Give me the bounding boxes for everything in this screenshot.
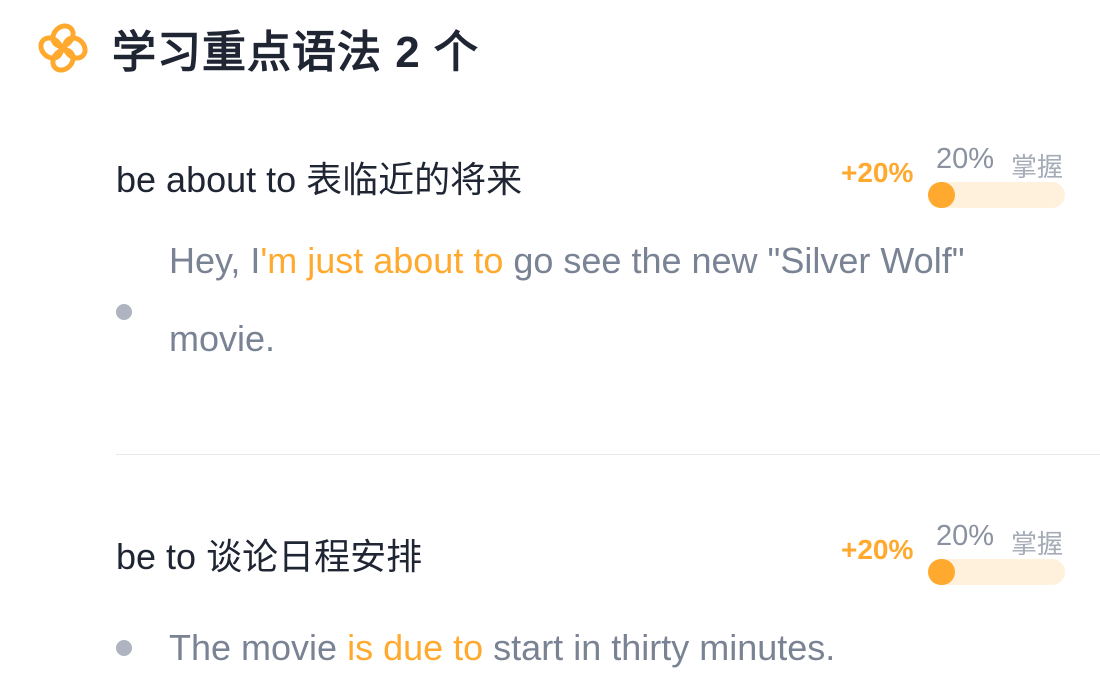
mastery-progress-fill xyxy=(928,559,955,585)
example-text-after: start in thirty minutes. xyxy=(483,627,836,668)
mastery-percent: 20% xyxy=(936,143,995,175)
bullet-dot xyxy=(116,304,132,320)
grammar-page: 学习重点语法 2 个 be about to 表临近的将来 +20% 20% 掌… xyxy=(0,0,1100,681)
divider xyxy=(116,454,1100,455)
example-text-before: The movie xyxy=(169,627,348,668)
example-text: The movie is due to start in thirty minu… xyxy=(169,609,1049,681)
example-text-before: Hey, I xyxy=(169,240,261,281)
section-header: 学习重点语法 2 个 xyxy=(36,18,479,78)
mastery-percent: 20% xyxy=(936,520,995,552)
bonus-badge: +20% xyxy=(841,534,914,565)
mastery-label: 掌握 xyxy=(1011,529,1064,559)
example-highlight: is due to xyxy=(347,627,484,668)
bonus-badge: +20% xyxy=(841,157,914,188)
mastery-progress-bar xyxy=(928,182,1065,208)
mastery-label: 掌握 xyxy=(1011,152,1064,182)
grammar-title: be about to 表临近的将来 xyxy=(116,159,523,200)
flower-icon xyxy=(36,21,90,75)
section-title: 学习重点语法 2 个 xyxy=(112,28,479,77)
bullet-dot xyxy=(116,640,132,656)
mastery-progress-fill xyxy=(928,182,955,208)
example-text: Hey, I'm just about to go see the new "S… xyxy=(169,222,1049,378)
grammar-title: be to 谈论日程安排 xyxy=(116,536,423,577)
mastery-progress-bar xyxy=(928,559,1065,585)
example-highlight: 'm just about to xyxy=(260,240,504,281)
